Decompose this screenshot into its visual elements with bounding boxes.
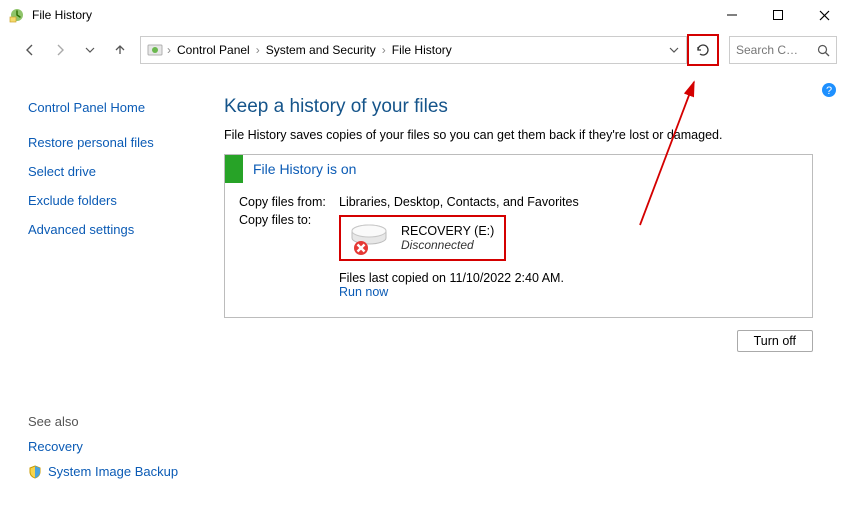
seealso-sib-label: System Image Backup [48, 464, 178, 479]
page-subtext: File History saves copies of your files … [224, 128, 813, 142]
drive-icon [347, 221, 391, 255]
sidebar-select-drive[interactable]: Select drive [28, 164, 210, 179]
sidebar-exclude[interactable]: Exclude folders [28, 193, 210, 208]
main-pane: Keep a history of your files File Histor… [210, 72, 847, 511]
drive-box-highlight: RECOVERY (E:) Disconnected [339, 215, 506, 261]
drive-status: Disconnected [401, 238, 494, 252]
search-icon [817, 44, 830, 57]
chevron-right-icon: › [167, 43, 171, 57]
copy-from-value: Libraries, Desktop, Contacts, and Favori… [339, 195, 579, 209]
filehistory-icon [8, 6, 26, 24]
search-input[interactable]: Search C… [729, 36, 837, 64]
address-bar[interactable]: › Control Panel › System and Security › … [140, 36, 687, 64]
minimize-button[interactable] [709, 0, 755, 30]
back-button[interactable] [16, 36, 44, 64]
last-copied-text: Files last copied on 11/10/2022 2:40 AM. [339, 271, 564, 285]
search-placeholder: Search C… [736, 43, 813, 57]
refresh-button[interactable] [695, 42, 711, 58]
shield-icon [28, 465, 42, 479]
breadcrumb-root[interactable]: Control Panel [175, 41, 252, 59]
titlebar: File History [0, 0, 847, 30]
seealso-recovery[interactable]: Recovery [28, 439, 178, 454]
drive-name: RECOVERY (E:) [401, 224, 494, 238]
controlpanel-icon [147, 42, 163, 58]
address-dropdown[interactable] [664, 38, 684, 62]
turn-off-button[interactable]: Turn off [737, 330, 813, 352]
seealso-label: See also [28, 414, 178, 429]
maximize-button[interactable] [755, 0, 801, 30]
navigation-bar: › Control Panel › System and Security › … [0, 30, 847, 70]
breadcrumb-leaf[interactable]: File History [390, 41, 454, 59]
up-button[interactable] [106, 36, 134, 64]
copy-from-label: Copy files from: [239, 195, 339, 209]
refresh-icon [695, 42, 711, 58]
copy-to-label: Copy files to: [239, 213, 339, 227]
status-label: File History is on [243, 161, 356, 177]
refresh-button-highlight [687, 34, 719, 66]
seealso-system-image-backup[interactable]: System Image Backup [28, 464, 178, 479]
sidebar-home[interactable]: Control Panel Home [28, 100, 210, 115]
window-title: File History [32, 8, 92, 22]
page-heading: Keep a history of your files [224, 96, 813, 118]
seealso-section: See also Recovery System Image Backup [28, 414, 178, 489]
recent-dropdown[interactable] [76, 36, 104, 64]
run-now-link[interactable]: Run now [339, 285, 564, 299]
status-panel: File History is on Copy files from: Libr… [224, 154, 813, 318]
chevron-right-icon: › [256, 43, 260, 57]
status-bar-indicator [225, 155, 243, 183]
sidebar: Control Panel Home Restore personal file… [0, 72, 210, 511]
chevron-right-icon: › [382, 43, 386, 57]
sidebar-advanced[interactable]: Advanced settings [28, 222, 210, 237]
forward-button[interactable] [46, 36, 74, 64]
close-button[interactable] [801, 0, 847, 30]
sidebar-restore[interactable]: Restore personal files [28, 135, 210, 150]
breadcrumb-mid[interactable]: System and Security [264, 41, 378, 59]
